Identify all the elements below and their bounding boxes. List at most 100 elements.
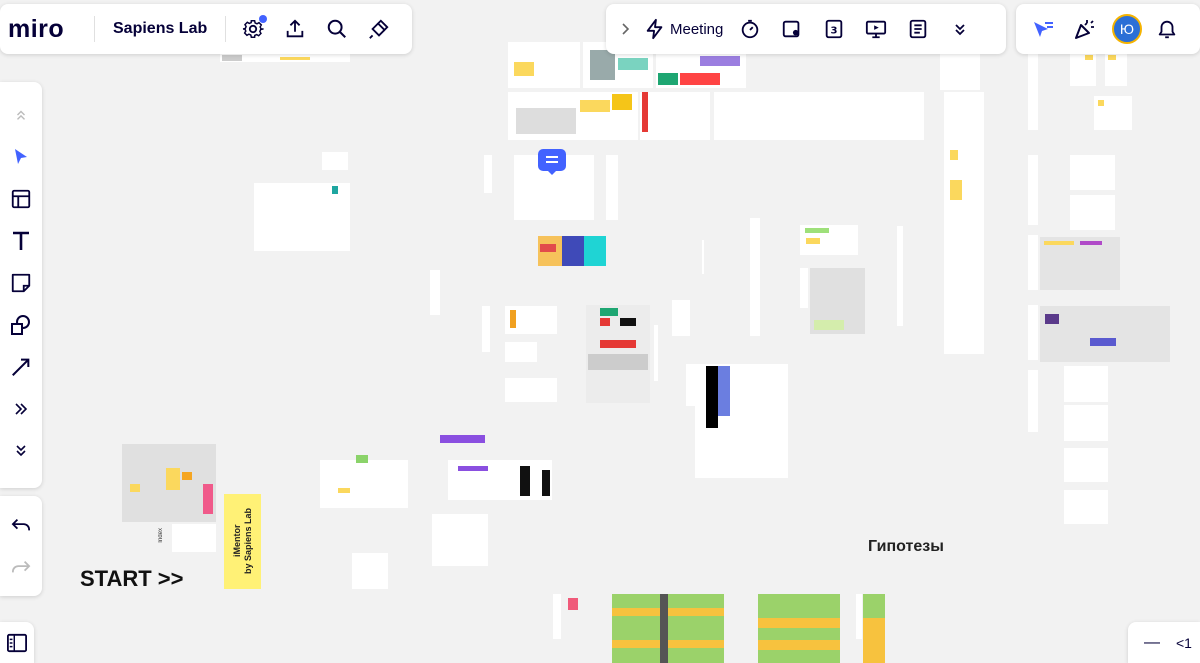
board-frame[interactable] — [1064, 366, 1108, 402]
frames-panel-button[interactable] — [0, 622, 34, 663]
board-frame[interactable] — [1064, 405, 1108, 441]
board-settings-icon[interactable] — [236, 12, 270, 46]
cursor-reactions-icon[interactable] — [1026, 12, 1060, 46]
board-frame-content — [458, 466, 488, 471]
board-frame[interactable] — [1028, 370, 1038, 432]
countdown-icon[interactable]: 3 — [817, 12, 851, 46]
board-frame[interactable] — [1070, 195, 1115, 230]
board-frame[interactable] — [553, 594, 561, 639]
board-frame[interactable] — [440, 435, 485, 443]
text-icon[interactable] — [0, 220, 42, 262]
collapse-up-icon[interactable] — [0, 94, 42, 136]
board-frame[interactable] — [352, 553, 388, 589]
board-frame-content — [618, 58, 648, 70]
board-frame[interactable] — [1070, 155, 1115, 190]
meeting-label: Meeting — [670, 20, 724, 38]
table-frame-col — [660, 594, 668, 663]
board-frame-content — [130, 484, 140, 492]
board-frame[interactable] — [320, 460, 408, 508]
lightning-icon — [644, 18, 666, 40]
board-frame-content — [510, 310, 516, 328]
board-frame[interactable] — [482, 306, 490, 352]
board-frame[interactable] — [672, 300, 690, 336]
board-frame-content — [658, 73, 678, 85]
board-frame[interactable] — [1064, 490, 1108, 524]
board-frame-content — [600, 308, 618, 316]
sticky-note-icon[interactable] — [0, 262, 42, 304]
imentor-sticky[interactable]: iMentor by Sapiens Lab — [224, 494, 261, 589]
board-frame[interactable] — [897, 226, 903, 326]
board-frame[interactable] — [800, 268, 808, 308]
table-frame-row — [612, 608, 724, 616]
board-frame-content — [584, 236, 606, 266]
hypotheses-text[interactable]: Гипотезы — [868, 538, 944, 556]
board-frame[interactable] — [606, 155, 618, 220]
board-frame[interactable] — [1040, 306, 1170, 362]
sidebar-panel-icon — [6, 633, 28, 653]
select-cursor-icon[interactable] — [0, 136, 42, 178]
zoom-value[interactable]: <1 — [1176, 635, 1192, 651]
notifications-bell-icon[interactable] — [1150, 12, 1184, 46]
table-frame-row — [758, 618, 840, 628]
chevron-right-icon[interactable] — [614, 12, 638, 46]
more-down-icon[interactable] — [943, 12, 977, 46]
share-upload-icon[interactable] — [278, 12, 312, 46]
board-frame[interactable] — [640, 92, 710, 140]
user-avatar[interactable]: Ю — [1112, 14, 1142, 44]
miro-logo[interactable]: miro — [8, 15, 86, 44]
comment-bubble-icon[interactable] — [538, 149, 566, 171]
board-frame[interactable] — [1028, 305, 1038, 360]
board-frame[interactable] — [714, 92, 924, 140]
table-frame[interactable] — [758, 594, 840, 663]
celebrate-icon[interactable] — [1068, 12, 1102, 46]
board-frame[interactable] — [505, 342, 537, 362]
shapes-icon[interactable] — [0, 304, 42, 346]
svg-text:3: 3 — [831, 26, 838, 37]
board-frame[interactable] — [702, 240, 704, 274]
board-frame[interactable] — [750, 218, 760, 336]
start-text[interactable]: START >> — [80, 566, 184, 592]
notes-icon[interactable] — [901, 12, 935, 46]
board-frame-strip — [280, 57, 310, 60]
table-frame[interactable] — [612, 594, 724, 663]
board-frame[interactable] — [505, 378, 557, 402]
board-frame-content — [588, 354, 648, 370]
board-frame[interactable] — [1028, 235, 1038, 290]
user-panel: Ю — [1016, 4, 1200, 54]
voting-icon[interactable] — [775, 12, 809, 46]
board-frame-content — [1044, 241, 1074, 245]
meeting-button[interactable]: Meeting — [644, 18, 723, 40]
divider — [225, 16, 227, 42]
board-frame[interactable] — [1064, 448, 1108, 482]
connector-arrow-icon[interactable] — [0, 346, 42, 388]
timer-icon[interactable] — [733, 12, 767, 46]
presentation-icon[interactable] — [859, 12, 893, 46]
board-frame[interactable] — [856, 594, 862, 639]
board-frame[interactable] — [430, 270, 440, 315]
more-tools-icon[interactable] — [0, 388, 42, 430]
frame-template-icon[interactable] — [0, 178, 42, 220]
redo-icon[interactable] — [0, 546, 42, 588]
board-frame-content — [182, 472, 192, 480]
board-frame[interactable] — [484, 155, 492, 193]
board-frame-content — [950, 180, 962, 200]
undo-icon[interactable] — [0, 504, 42, 546]
board-frame[interactable] — [654, 325, 658, 381]
expand-down-icon[interactable] — [0, 430, 42, 472]
plugin-icon[interactable] — [362, 12, 396, 46]
board-frame[interactable] — [172, 524, 216, 552]
board-frame[interactable] — [944, 92, 984, 354]
zoom-out-button[interactable]: — — [1144, 634, 1160, 652]
board-frame-content — [520, 466, 530, 496]
board-frame-content — [562, 236, 584, 266]
search-icon[interactable] — [320, 12, 354, 46]
board-canvas[interactable]: Index iMentor by Sapiens Lab START >> Ги… — [0, 0, 1200, 663]
board-frame-content — [612, 94, 632, 110]
board-frame[interactable] — [1028, 155, 1038, 225]
board-frame[interactable] — [322, 152, 348, 170]
board-frame-content — [600, 340, 636, 348]
board-frame-content — [1108, 55, 1116, 60]
board-frame-content — [1080, 241, 1102, 245]
board-title[interactable]: Sapiens Lab — [99, 20, 221, 38]
board-frame[interactable] — [432, 514, 488, 566]
